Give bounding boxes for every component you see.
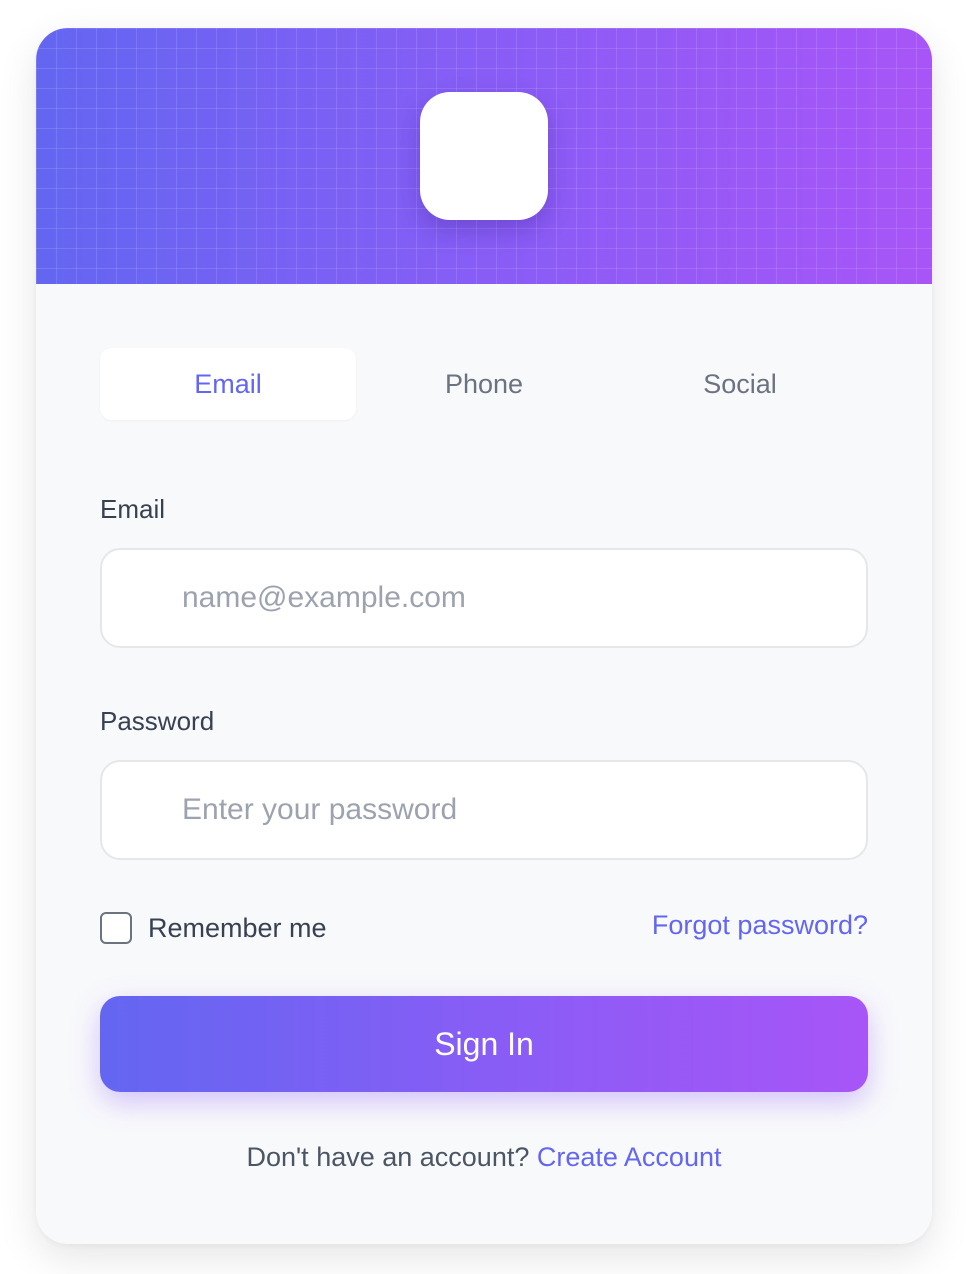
card-header: [36, 28, 932, 284]
logo-icon: [420, 92, 548, 220]
sign-in-button[interactable]: Sign In: [100, 996, 868, 1092]
signup-prompt-text: Don't have an account?: [246, 1142, 530, 1172]
remember-me: Remember me: [100, 912, 327, 944]
auth-tabs: Email Phone Social: [100, 348, 868, 420]
signup-prompt: Don't have an account? Create Account: [36, 1142, 932, 1173]
remember-me-checkbox[interactable]: [100, 912, 132, 944]
password-label: Password: [100, 706, 215, 736]
email-label: Email: [100, 494, 166, 524]
tab-social[interactable]: Social: [612, 348, 868, 420]
forgot-password-link[interactable]: Forgot password?: [652, 910, 868, 941]
tab-phone[interactable]: Phone: [356, 348, 612, 420]
password-input[interactable]: [100, 760, 868, 860]
create-account-link[interactable]: Create Account: [537, 1142, 722, 1172]
email-input[interactable]: [100, 548, 868, 648]
tab-email[interactable]: Email: [100, 348, 356, 420]
login-card: Email Phone Social Email Password Rememb…: [36, 28, 932, 1244]
remember-me-label[interactable]: Remember me: [148, 913, 327, 944]
